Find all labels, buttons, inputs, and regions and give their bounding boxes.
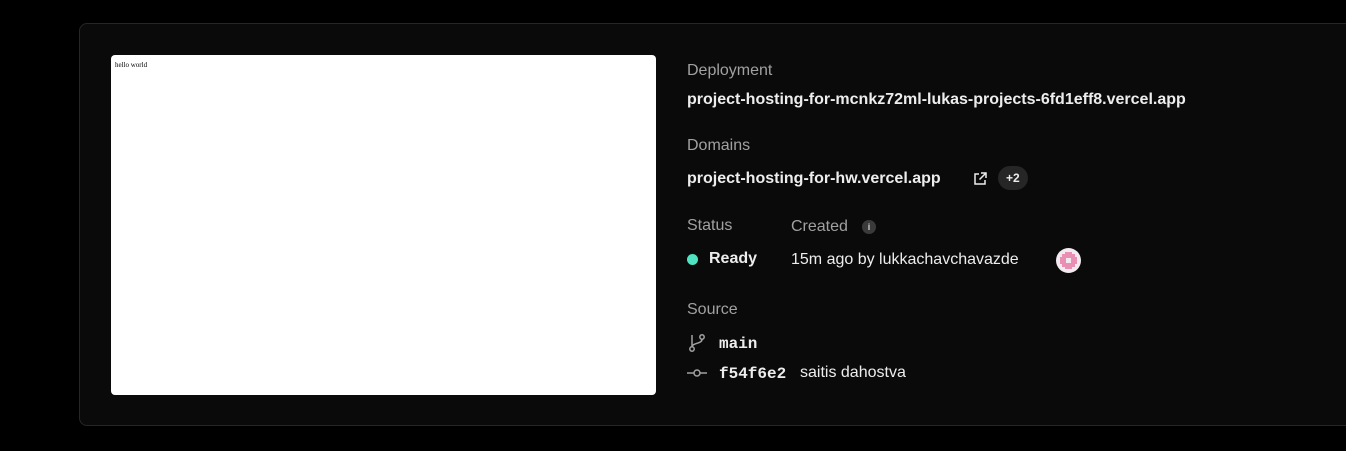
created-value: 15m ago by lukkachavchavazde (791, 251, 1019, 268)
avatar[interactable] (1056, 248, 1081, 273)
git-branch-icon (688, 333, 706, 353)
status-dot-icon (687, 254, 698, 265)
preview-text: hello world (115, 61, 148, 69)
external-link-icon[interactable] (972, 171, 988, 187)
commit-hash[interactable]: f54f6e2 (719, 365, 786, 383)
git-commit-icon (687, 366, 707, 380)
domains-label: Domains (687, 137, 751, 154)
source-label: Source (687, 301, 738, 318)
deployment-preview[interactable]: hello world (111, 55, 656, 395)
deployment-url-link[interactable]: project-hosting-for-mcnkz72ml-lukas-proj… (687, 91, 1186, 109)
commit-message[interactable]: saitis dahostva (800, 364, 906, 382)
status-label: Status (687, 217, 733, 234)
domain-link[interactable]: project-hosting-for-hw.vercel.app (687, 170, 941, 188)
status-value: Ready (709, 250, 758, 267)
info-icon[interactable]: i (862, 220, 876, 234)
domains-more-badge[interactable]: +2 (998, 166, 1028, 190)
deployment-label: Deployment (687, 62, 773, 79)
created-label: Created (791, 218, 848, 235)
branch-name[interactable]: main (719, 335, 757, 353)
